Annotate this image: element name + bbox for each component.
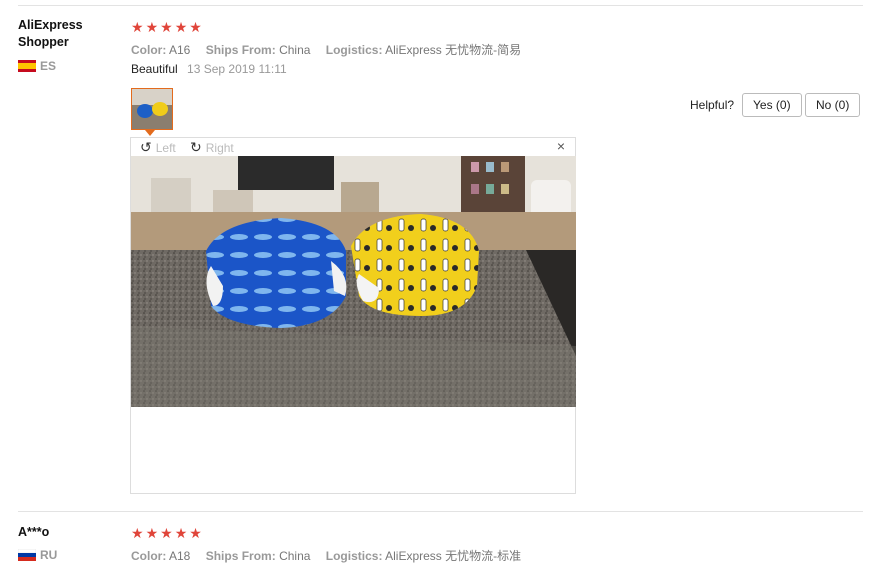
color-value: A18 xyxy=(169,549,191,563)
review-comment: Beautiful 13 Sep 2019 11:11 xyxy=(131,62,287,76)
top-divider xyxy=(18,5,863,6)
star-icon: ★ xyxy=(145,525,159,541)
star-rating: ★ ★ ★ ★ ★ xyxy=(131,526,202,540)
reviewer-name: A***o xyxy=(18,524,49,541)
reviewer-country: RU xyxy=(18,548,57,562)
reviewer-name-line1: AliExpress xyxy=(18,18,83,32)
ships-from-label: Ships From: xyxy=(205,549,276,563)
star-rating: ★ ★ ★ ★ ★ xyxy=(131,20,202,34)
review-divider xyxy=(18,511,863,512)
reviewer-name: AliExpress Shopper xyxy=(18,17,83,51)
star-icon: ★ xyxy=(131,525,144,541)
star-icon: ★ xyxy=(189,525,202,541)
reviewer-name-line1: A***o xyxy=(18,525,50,539)
rotate-left-icon: ↺ xyxy=(140,139,152,155)
color-label: Color: xyxy=(131,43,167,57)
color-value: A16 xyxy=(169,43,191,57)
logistics-value: AliExpress 无忧物流-简易 xyxy=(385,43,522,57)
rotate-right-icon: ↻ xyxy=(190,139,202,155)
order-info: Color: A18 Ships From: China Logistics: … xyxy=(131,547,533,564)
star-icon: ★ xyxy=(189,19,202,35)
review-photo-thumbnail[interactable] xyxy=(131,88,173,130)
thumbnail-caret xyxy=(145,130,155,136)
photo-viewer: ↺ Left ↻ Right × xyxy=(130,137,576,494)
review-photo-image xyxy=(131,156,576,407)
thumbnail-image xyxy=(132,89,172,129)
rotate-left-label: Left xyxy=(155,140,176,155)
rotate-right-label: Right xyxy=(205,140,234,155)
viewer-toolbar: ↺ Left ↻ Right × xyxy=(131,138,575,156)
comment-text: Beautiful xyxy=(131,62,178,76)
close-icon[interactable]: × xyxy=(557,138,565,154)
star-icon: ★ xyxy=(145,19,159,35)
reviewer-name-line2: Shopper xyxy=(18,35,69,49)
logistics-value: AliExpress 无忧物流-标准 xyxy=(385,549,522,563)
country-code: ES xyxy=(40,59,57,73)
color-label: Color: xyxy=(131,549,167,563)
logistics-label: Logistics: xyxy=(325,43,383,57)
helpful-no-button[interactable]: No (0) xyxy=(805,93,861,117)
flag-es-icon xyxy=(18,60,36,72)
logistics-label: Logistics: xyxy=(325,549,383,563)
helpful-label: Helpful? xyxy=(690,98,735,112)
star-icon: ★ xyxy=(174,19,188,35)
review-date: 13 Sep 2019 11:11 xyxy=(187,62,287,76)
helpful-yes-button[interactable]: Yes (0) xyxy=(742,93,802,117)
order-info: Color: A16 Ships From: China Logistics: … xyxy=(131,41,533,58)
star-icon: ★ xyxy=(174,525,188,541)
star-icon: ★ xyxy=(160,19,173,35)
rotate-left-button[interactable]: ↺ Left xyxy=(140,139,176,156)
flag-ru-icon xyxy=(18,549,36,561)
reviewer-country: ES xyxy=(18,59,56,73)
country-code: RU xyxy=(40,548,58,562)
star-icon: ★ xyxy=(131,19,144,35)
rotate-right-button[interactable]: ↻ Right xyxy=(190,139,234,156)
star-icon: ★ xyxy=(160,525,173,541)
ships-from-label: Ships From: xyxy=(205,43,276,57)
ships-from-value: China xyxy=(279,43,311,57)
ships-from-value: China xyxy=(279,549,311,563)
review-photo xyxy=(131,156,576,407)
